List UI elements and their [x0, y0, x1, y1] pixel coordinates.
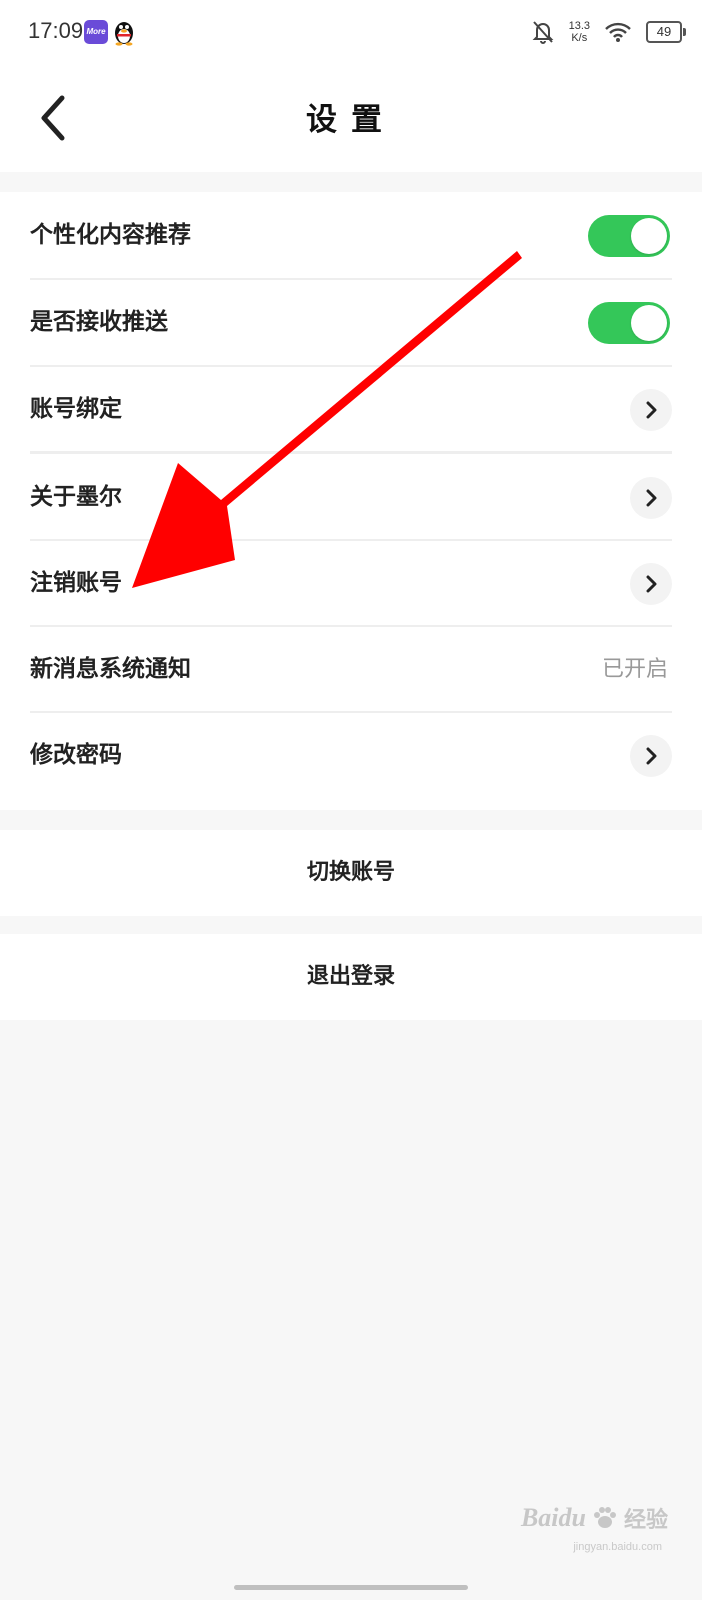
- chevron-right-button[interactable]: [630, 735, 672, 777]
- setting-new-message-notification[interactable]: 新消息系统通知 已开启: [0, 626, 702, 713]
- settings-list: 个性化内容推荐 是否接收推送 账号绑定 关于墨尔 注销账号 新消息系统通知 已开…: [0, 192, 702, 810]
- logout-button[interactable]: 退出登录: [0, 934, 702, 1020]
- paw-icon: [593, 1507, 616, 1528]
- chevron-right-button[interactable]: [630, 563, 672, 605]
- network-speed-unit: K/s: [571, 32, 588, 44]
- notification-status-value: 已开启: [601, 657, 668, 682]
- logout-label: 退出登录: [306, 964, 395, 989]
- toggle-knob: [631, 305, 667, 341]
- chevron-right-icon: [646, 401, 657, 419]
- chevron-right-icon: [646, 489, 657, 507]
- chevron-right-icon: [646, 575, 657, 593]
- toggle-knob: [631, 218, 667, 254]
- setting-label: 关于墨尔: [30, 484, 122, 510]
- chevron-right-button[interactable]: [630, 389, 672, 431]
- setting-label: 个性化内容推荐: [30, 222, 191, 248]
- bell-muted-icon: [532, 21, 553, 44]
- setting-personalized-recommendation[interactable]: 个性化内容推荐: [0, 192, 702, 279]
- setting-label: 新消息系统通知: [30, 656, 191, 682]
- header: 设置: [0, 64, 702, 172]
- status-time: 17:09: [28, 18, 84, 43]
- battery-icon: 49: [646, 21, 686, 43]
- setting-label: 账号绑定: [30, 396, 122, 422]
- watermark-brand-cn: 经验: [623, 1508, 668, 1533]
- qq-penguin-icon: [115, 22, 133, 46]
- wifi-icon: [605, 22, 631, 42]
- setting-cancel-account[interactable]: 注销账号: [0, 540, 702, 627]
- setting-change-password[interactable]: 修改密码: [0, 712, 702, 799]
- switch-account-label: 切换账号: [306, 860, 395, 885]
- watermark-brand: Baidu: [520, 1503, 586, 1532]
- chevron-right-button[interactable]: [630, 477, 672, 519]
- baidu-watermark: Baidu 经验: [521, 1502, 668, 1534]
- setting-account-binding[interactable]: 账号绑定: [0, 366, 702, 453]
- more-app-icon: More: [84, 20, 108, 44]
- switch-account-button[interactable]: 切换账号: [0, 830, 702, 916]
- setting-about[interactable]: 关于墨尔: [0, 454, 702, 541]
- network-speed: 13.3 K/s: [569, 20, 590, 44]
- network-speed-value: 13.3: [568, 20, 590, 32]
- setting-receive-push[interactable]: 是否接收推送: [0, 279, 702, 366]
- personalized-recommendation-toggle[interactable]: [588, 215, 670, 257]
- home-indicator[interactable]: [234, 1585, 468, 1590]
- setting-label: 修改密码: [30, 742, 122, 768]
- setting-label: 注销账号: [30, 570, 122, 596]
- chevron-right-icon: [646, 747, 657, 765]
- status-bar: 17:09 More 13.3 K/s 49: [0, 0, 702, 64]
- watermark-url: jingyan.baidu.com: [573, 1541, 662, 1553]
- setting-label: 是否接收推送: [30, 309, 168, 335]
- receive-push-toggle[interactable]: [588, 302, 670, 344]
- page-title: 设置: [306, 102, 396, 138]
